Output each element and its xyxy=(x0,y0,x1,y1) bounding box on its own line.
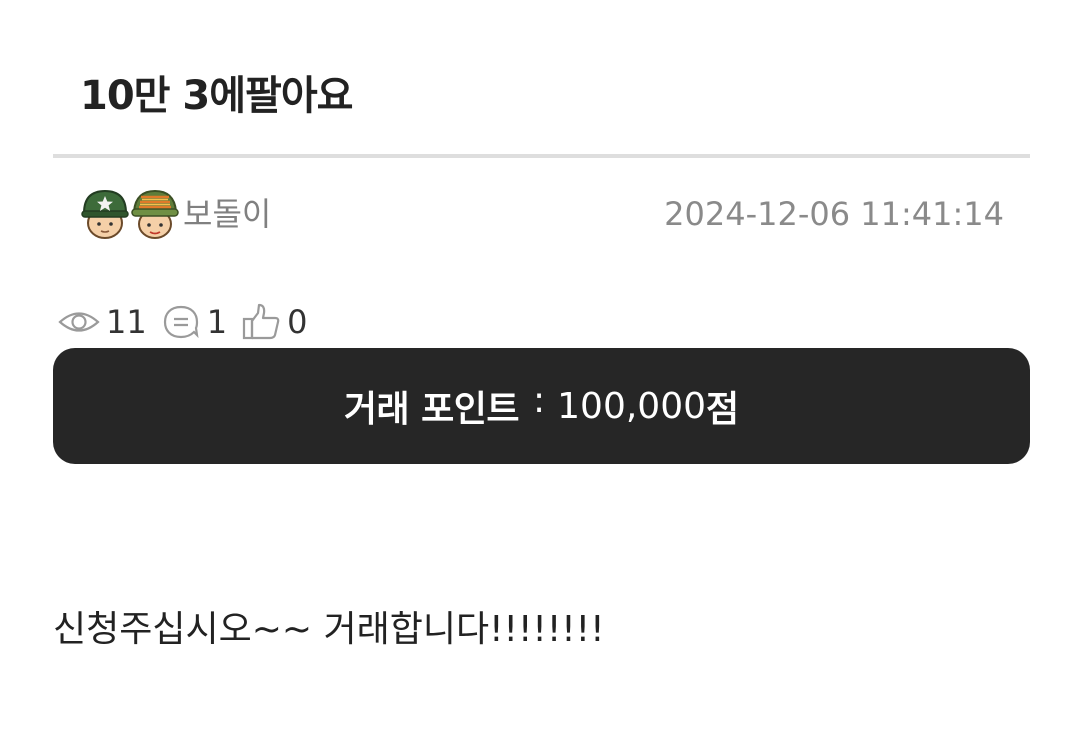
author-name[interactable]: 보돌이 xyxy=(183,192,271,236)
eye-icon xyxy=(58,307,100,337)
trade-points-banner: 거래 포인트 : 100,000 점 xyxy=(53,348,1030,464)
comment-bubble-icon xyxy=(161,304,201,340)
post-view: 10만 3에팔아요 보돌이 2024-12-06 11:41:14 11 1 0… xyxy=(0,0,1080,736)
like-count-value: 0 xyxy=(287,303,308,341)
post-body: 신청주십시오~~ 거래합니다!!!!!!!! xyxy=(53,609,605,650)
view-count: 11 xyxy=(58,298,147,346)
post-title: 10만 3에팔아요 xyxy=(80,73,353,119)
thumbs-up-icon xyxy=(241,302,281,342)
comment-count: 1 xyxy=(161,298,227,346)
post-stats: 11 1 0 xyxy=(58,298,321,346)
author-row: 보돌이 2024-12-06 11:41:14 xyxy=(80,186,1004,242)
trade-points-separator: : xyxy=(533,379,546,421)
post-date: 2024-12-06 11:41:14 xyxy=(664,195,1004,233)
trade-points-label: 거래 포인트 xyxy=(343,389,520,430)
trade-points-amount: 100,000 xyxy=(557,385,707,427)
comment-count-value: 1 xyxy=(206,303,228,341)
author-avatars[interactable] xyxy=(80,186,180,242)
rank-badge-avatar-icon xyxy=(130,187,180,241)
like-count[interactable]: 0 xyxy=(241,298,307,346)
trade-points-unit: 점 xyxy=(706,389,740,430)
army-helmet-avatar-icon xyxy=(80,187,130,241)
title-divider xyxy=(53,154,1030,158)
view-count-value: 11 xyxy=(106,303,147,341)
